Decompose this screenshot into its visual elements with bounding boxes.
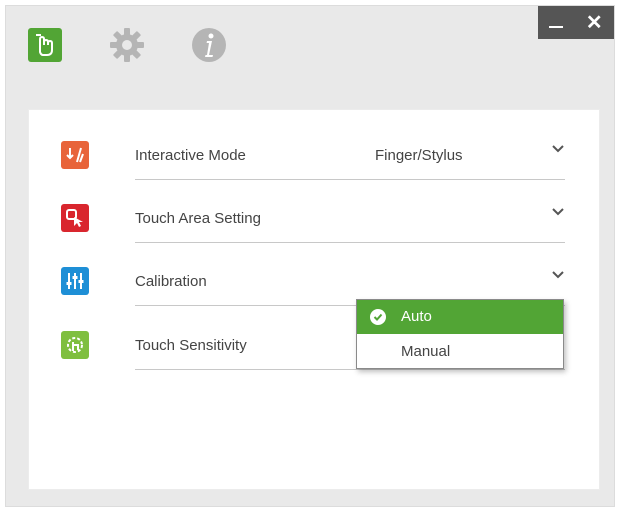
checkmark-icon [370,309,386,325]
touch-sensitivity-icon [61,331,89,359]
interactive-mode-glyph [66,147,84,163]
info-icon[interactable] [190,26,228,64]
row-divider [135,242,565,243]
window-controls: ✕ [538,6,614,39]
settings-row-interactive-mode[interactable]: Interactive Mode Finger/Stylus [29,130,601,180]
touch-area-icon [61,204,89,232]
calibration-label: Calibration [135,273,207,290]
interactive-mode-label: Interactive Mode [135,147,246,164]
app-window: ✕ Interactive Mode Finger/Stylus Touch A… [5,5,615,507]
chevron-down-icon[interactable] [551,205,565,219]
dropdown-option-label: Manual [401,343,451,360]
calibration-dropdown: Auto Manual [356,299,564,369]
chevron-down-icon[interactable] [551,142,565,156]
close-button[interactable]: ✕ [586,13,603,33]
row-divider [135,179,565,180]
toolbar [26,26,272,64]
dropdown-option-manual[interactable]: Manual [357,335,563,369]
dropdown-option-auto[interactable]: Auto [357,300,563,334]
touch-sensitivity-label: Touch Sensitivity [135,337,247,354]
touch-hand-icon-bg [28,28,62,62]
gear-icon[interactable] [108,26,146,64]
minimize-icon[interactable] [549,25,564,28]
touch-hand-icon[interactable] [26,26,64,64]
interactive-mode-icon [61,141,89,169]
chevron-down-icon[interactable] [551,268,565,282]
touch-area-label: Touch Area Setting [135,210,261,227]
calibration-sliders-icon [61,267,89,295]
settings-panel: Interactive Mode Finger/Stylus Touch Are… [28,109,600,490]
interactive-mode-value: Finger/Stylus [375,147,463,164]
settings-row-touch-area[interactable]: Touch Area Setting [29,193,601,243]
info-glyph [192,28,226,62]
gear-glyph [110,28,144,62]
touch-sensitivity-glyph [67,337,83,353]
dropdown-option-label: Auto [401,308,432,325]
calibration-glyph [66,273,84,289]
touch-area-glyph [66,209,83,227]
hand-glyph-icon [36,34,53,56]
row-divider [135,369,565,370]
